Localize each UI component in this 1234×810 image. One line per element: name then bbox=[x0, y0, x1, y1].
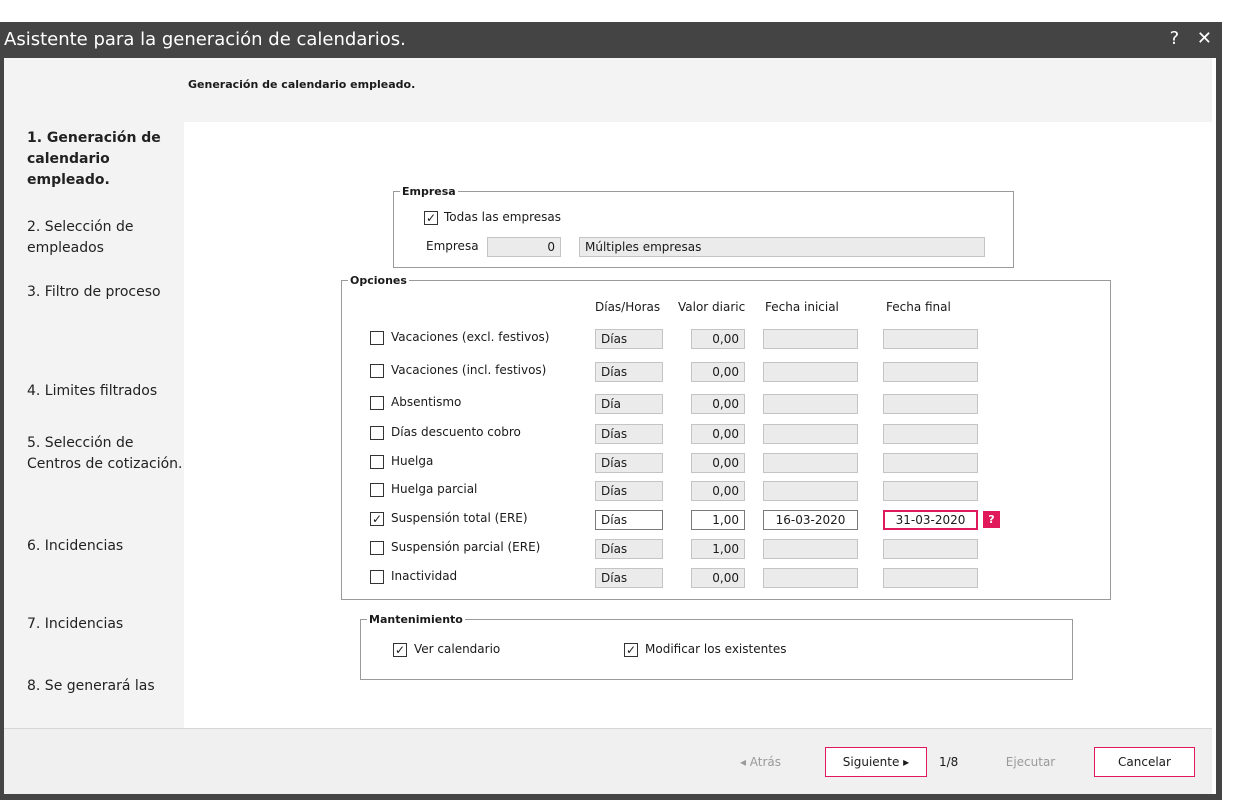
option-start-date-field[interactable]: 16-03-2020 bbox=[763, 510, 858, 530]
option-start-date-field[interactable] bbox=[763, 481, 858, 501]
option-value-field[interactable]: 0,00 bbox=[691, 568, 745, 588]
header-fecha-inicial: Fecha inicial bbox=[765, 300, 839, 314]
option-end-date-field[interactable] bbox=[883, 453, 978, 473]
ver-calendario-label: Ver calendario bbox=[414, 642, 501, 656]
window-titlebar: Asistente para la generación de calendar… bbox=[0, 22, 1222, 58]
option-checkbox[interactable] bbox=[370, 426, 384, 440]
option-label: Suspensión parcial (ERE) bbox=[391, 540, 541, 554]
option-label: Absentismo bbox=[391, 395, 462, 409]
option-end-date-field[interactable] bbox=[883, 539, 978, 559]
option-unit-field[interactable]: Días bbox=[595, 510, 663, 530]
option-start-date-field[interactable] bbox=[763, 539, 858, 559]
modificar-existentes-checkbox[interactable]: ✓ bbox=[624, 643, 638, 657]
option-start-date-field[interactable] bbox=[763, 453, 858, 473]
window-border-right bbox=[1216, 58, 1222, 800]
option-value-field[interactable]: 1,00 bbox=[691, 539, 745, 559]
option-unit-field[interactable]: Día bbox=[595, 394, 663, 414]
option-checkbox[interactable]: ✓ bbox=[370, 512, 384, 526]
option-checkbox[interactable] bbox=[370, 455, 384, 469]
opciones-legend: Opciones bbox=[350, 274, 407, 287]
empresa-legend: Empresa bbox=[402, 185, 456, 198]
option-end-date-field[interactable]: 31-03-2020 bbox=[883, 510, 978, 530]
option-checkbox[interactable] bbox=[370, 331, 384, 345]
option-value-field[interactable]: 0,00 bbox=[691, 362, 745, 382]
option-unit-field[interactable]: Días bbox=[595, 329, 663, 349]
step-5: 5. Selección de Centros de cotización. bbox=[27, 435, 183, 472]
empresa-field-label: Empresa bbox=[426, 239, 479, 253]
option-label: Huelga parcial bbox=[391, 482, 478, 496]
option-start-date-field[interactable] bbox=[763, 362, 858, 382]
option-end-date-field[interactable] bbox=[883, 568, 978, 588]
option-end-date-field[interactable] bbox=[883, 394, 978, 414]
page-indicator: 1/8 bbox=[939, 755, 959, 769]
option-start-date-field[interactable] bbox=[763, 568, 858, 588]
option-value-field[interactable]: 0,00 bbox=[691, 453, 745, 473]
header-valor-diario: Valor diaric bbox=[678, 300, 746, 314]
step-4: 4. Limites filtrados bbox=[27, 383, 158, 399]
close-icon[interactable]: ✕ bbox=[1197, 28, 1212, 49]
option-start-date-field[interactable] bbox=[763, 394, 858, 414]
option-label: Vacaciones (incl. festivos) bbox=[391, 363, 547, 377]
option-end-date-field[interactable] bbox=[883, 329, 978, 349]
header-dias-horas: Días/Horas bbox=[595, 300, 661, 314]
option-value-field[interactable]: 1,00 bbox=[691, 510, 745, 530]
window-title: Asistente para la generación de calendar… bbox=[4, 29, 406, 50]
todas-empresas-checkbox[interactable]: ✓ bbox=[424, 211, 438, 225]
todas-empresas-label: Todas las empresas bbox=[444, 210, 562, 224]
option-end-date-field[interactable] bbox=[883, 424, 978, 444]
option-unit-field[interactable]: Días bbox=[595, 568, 663, 588]
cancelar-button[interactable]: Cancelar bbox=[1094, 747, 1195, 777]
option-checkbox[interactable] bbox=[370, 570, 384, 584]
wizard-header: Generación de calendario empleado. bbox=[4, 58, 1212, 122]
step-3: 3. Filtro de proceso bbox=[27, 284, 161, 300]
validation-error-icon: ? bbox=[983, 511, 1000, 528]
option-checkbox[interactable] bbox=[370, 396, 384, 410]
modificar-existentes-label: Modificar los existentes bbox=[645, 642, 787, 656]
option-label: Huelga bbox=[391, 454, 434, 468]
option-end-date-field[interactable] bbox=[883, 362, 978, 382]
empresa-code-field[interactable]: 0 bbox=[487, 237, 561, 257]
siguiente-button[interactable]: Siguiente ▸ bbox=[825, 747, 927, 777]
step-8: 8. Se generará las bbox=[27, 678, 155, 694]
option-unit-field[interactable]: Días bbox=[595, 453, 663, 473]
option-unit-field[interactable]: Días bbox=[595, 481, 663, 501]
step-2: 2. Selección de empleados bbox=[27, 219, 134, 256]
step-7: 7. Incidencias bbox=[27, 616, 124, 632]
header-fecha-final: Fecha final bbox=[886, 300, 951, 314]
option-label: Inactividad bbox=[391, 569, 458, 583]
option-unit-field[interactable]: Días bbox=[595, 362, 663, 382]
option-value-field[interactable]: 0,00 bbox=[691, 481, 745, 501]
option-end-date-field[interactable] bbox=[883, 481, 978, 501]
help-icon[interactable]: ? bbox=[1170, 28, 1180, 49]
option-unit-field[interactable]: Días bbox=[595, 424, 663, 444]
option-value-field[interactable]: 0,00 bbox=[691, 394, 745, 414]
option-unit-field[interactable]: Días bbox=[595, 539, 663, 559]
option-value-field[interactable]: 0,00 bbox=[691, 329, 745, 349]
option-value-field[interactable]: 0,00 bbox=[691, 424, 745, 444]
option-start-date-field[interactable] bbox=[763, 329, 858, 349]
option-checkbox[interactable] bbox=[370, 364, 384, 378]
step-1: 1. Generación de calendario empleado. bbox=[27, 130, 161, 188]
mantenimiento-legend: Mantenimiento bbox=[369, 613, 463, 626]
ejecutar-button[interactable]: Ejecutar bbox=[982, 747, 1079, 777]
window-border-bottom bbox=[0, 794, 1222, 800]
option-label: Vacaciones (excl. festivos) bbox=[391, 330, 550, 344]
atras-button[interactable]: ◂ Atrás bbox=[709, 747, 812, 777]
option-checkbox[interactable] bbox=[370, 483, 384, 497]
option-label: Suspensión total (ERE) bbox=[391, 511, 528, 525]
ver-calendario-checkbox[interactable]: ✓ bbox=[393, 643, 407, 657]
wizard-subtitle: Generación de calendario empleado. bbox=[188, 78, 416, 91]
wizard-steps: 1. Generación de calendario empleado. 2.… bbox=[4, 122, 184, 728]
option-checkbox[interactable] bbox=[370, 541, 384, 555]
option-start-date-field[interactable] bbox=[763, 424, 858, 444]
option-label: Días descuento cobro bbox=[391, 425, 521, 439]
empresa-name-field[interactable]: Múltiples empresas bbox=[579, 237, 985, 257]
step-6: 6. Incidencias bbox=[27, 538, 124, 554]
